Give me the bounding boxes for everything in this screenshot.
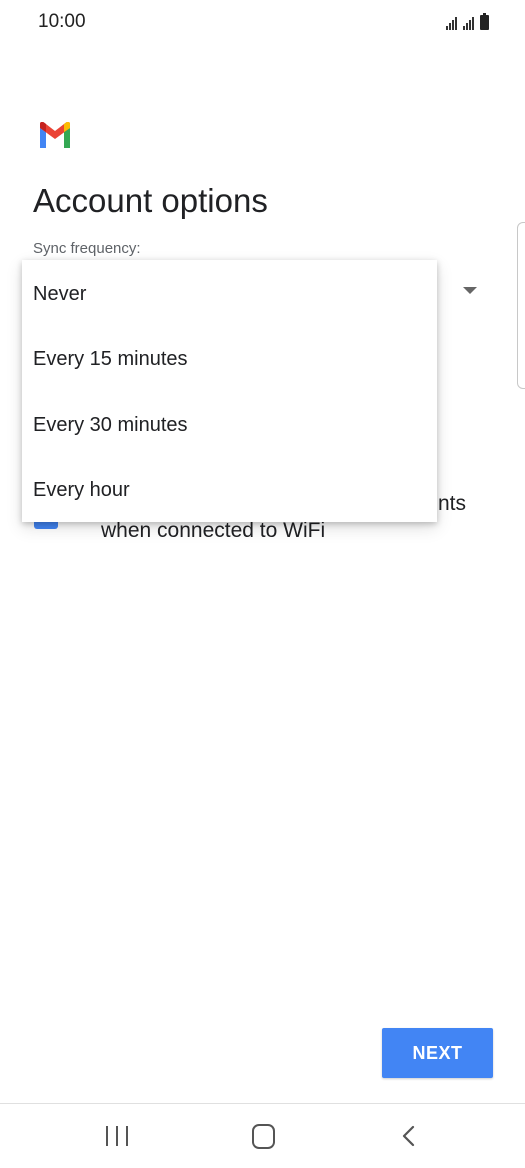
sync-frequency-dropdown: Never Every 15 minutes Every 30 minutes … [22, 260, 437, 522]
status-icons [446, 12, 489, 30]
next-button[interactable]: NEXT [382, 1028, 493, 1078]
back-icon[interactable] [398, 1124, 418, 1148]
menu-item-never[interactable]: Never [22, 265, 437, 323]
screen: 10:00 Account options Sync frequency: nt… [0, 0, 525, 1168]
chevron-down-icon[interactable] [463, 287, 477, 294]
status-time: 10:00 [38, 11, 86, 32]
home-icon[interactable] [252, 1124, 275, 1149]
side-card [517, 222, 525, 389]
recent-apps-icon[interactable] [106, 1126, 128, 1146]
menu-item-every-30-minutes[interactable]: Every 30 minutes [22, 396, 437, 454]
page-title: Account options [33, 182, 268, 219]
menu-item-every-hour[interactable]: Every hour [22, 461, 437, 519]
gmail-logo-icon [40, 122, 70, 148]
status-bar: 10:00 [0, 0, 525, 44]
signal-bars-icon [463, 16, 474, 30]
battery-icon [480, 13, 489, 30]
checkbox-label-line2: when connected to WiFi [101, 519, 326, 542]
nav-bar [0, 1104, 525, 1168]
signal-bars-icon [446, 16, 457, 30]
sync-frequency-label: Sync frequency: [33, 240, 141, 257]
menu-item-every-15-minutes[interactable]: Every 15 minutes [22, 330, 437, 388]
